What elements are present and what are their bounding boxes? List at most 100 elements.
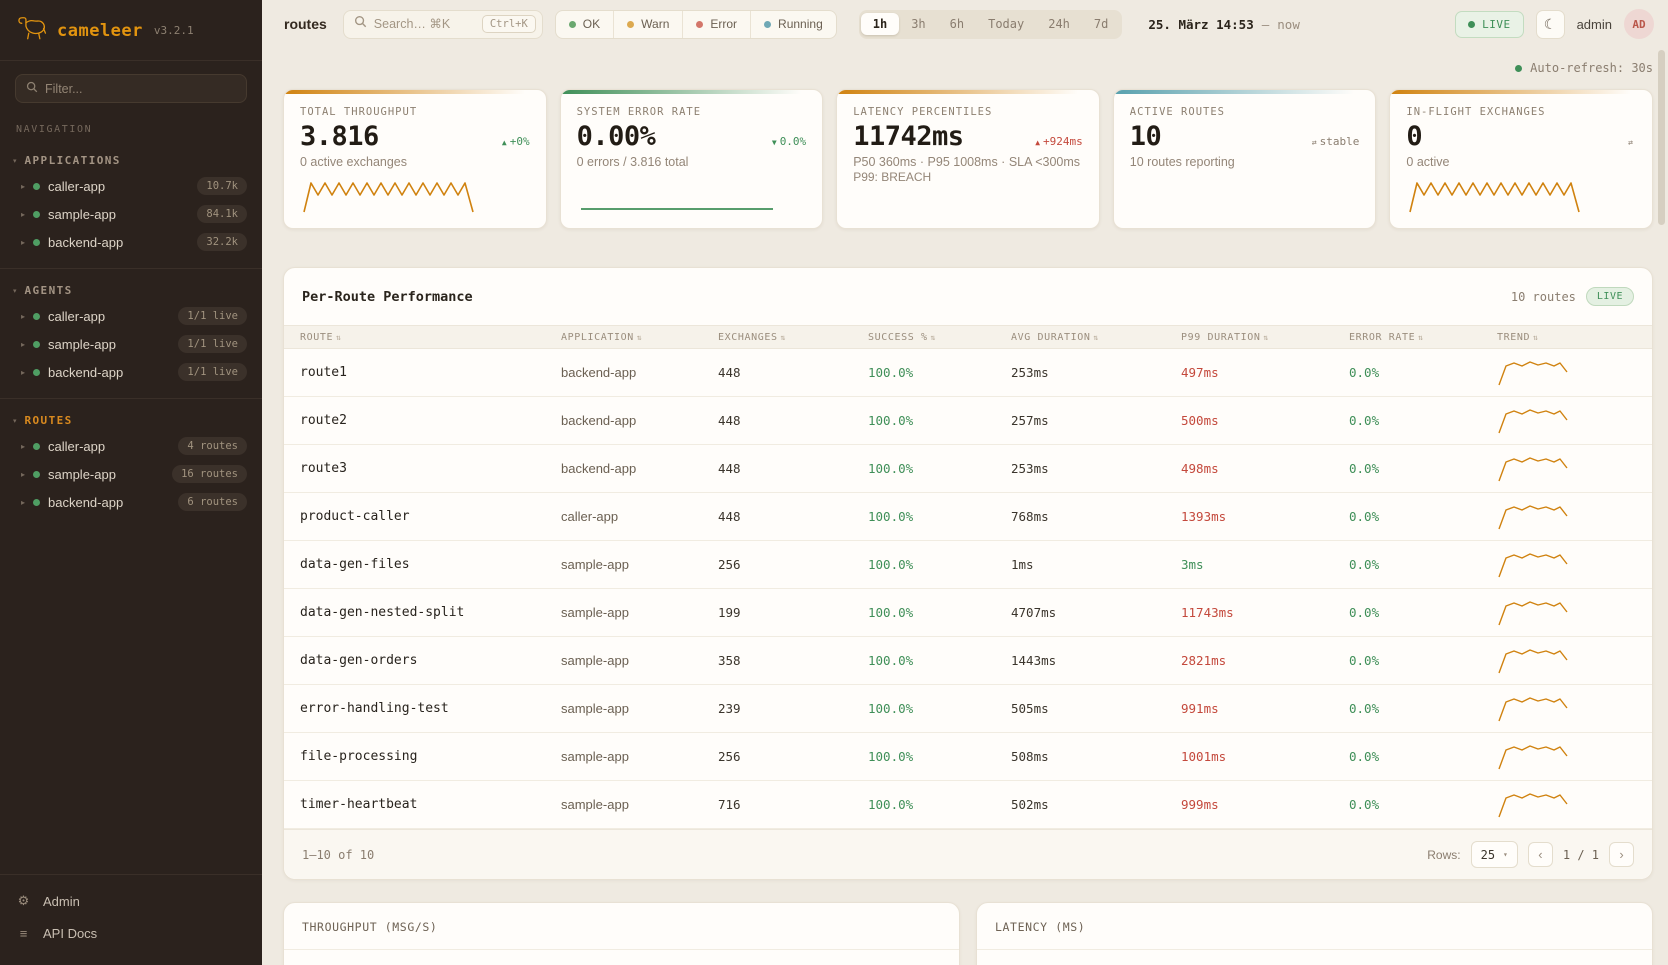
table-row-product-caller[interactable]: product-callercaller-app448100.0%768ms13… — [284, 493, 1652, 541]
time-range-1h[interactable]: 1h — [861, 13, 899, 35]
sidebar-item-backend-app[interactable]: ▸backend-app1/1 live — [0, 358, 262, 386]
kpi-value: 0.00% — [577, 121, 656, 152]
sidebar-item-label: backend-app — [48, 235, 123, 250]
rows-per-page-select[interactable]: 25 ▾ — [1471, 841, 1518, 868]
cell-route: route3 — [300, 461, 561, 476]
status-dot-icon — [696, 21, 703, 28]
global-search[interactable]: Ctrl+K — [343, 10, 543, 39]
time-range-today[interactable]: Today — [976, 13, 1036, 35]
time-range-6h[interactable]: 6h — [938, 13, 976, 35]
sidebar-item-badge: 10.7k — [197, 177, 247, 195]
time-range-3h[interactable]: 3h — [899, 13, 937, 35]
sidebar-footer-admin[interactable]: ⚙Admin — [16, 885, 246, 917]
prev-page-button[interactable]: ‹ — [1528, 842, 1553, 867]
sidebar-item-label: backend-app — [48, 365, 123, 380]
status-filter-error[interactable]: Error — [682, 11, 750, 38]
status-dot-icon — [627, 21, 634, 28]
column-header-error-rate[interactable]: ERROR RATE⇅ — [1349, 332, 1497, 343]
column-header-application[interactable]: APPLICATION⇅ — [561, 332, 718, 343]
time-range-24h[interactable]: 24h — [1036, 13, 1082, 35]
sidebar-item-caller-app[interactable]: ▸caller-app1/1 live — [0, 302, 262, 330]
time-range-7d[interactable]: 7d — [1082, 13, 1120, 35]
column-header-label: APPLICATION — [561, 332, 634, 343]
column-header-p99-duration[interactable]: P99 DURATION⇅ — [1181, 332, 1349, 343]
column-header-avg-duration[interactable]: AVG DURATION⇅ — [1011, 332, 1181, 343]
sidebar-item-label: caller-app — [48, 179, 105, 194]
cell-success: 100.0% — [868, 557, 1011, 572]
status-filter-running[interactable]: Running — [750, 11, 836, 38]
sidebar-section-label: ROUTES — [25, 414, 73, 427]
sidebar-item-caller-app[interactable]: ▸caller-app10.7k — [0, 172, 262, 200]
kpi-card-active-routes: ACTIVE ROUTES10⇄stable10 routes reportin… — [1113, 89, 1377, 229]
sidebar-filter-input[interactable] — [45, 82, 236, 96]
scrollbar[interactable] — [1658, 50, 1665, 957]
status-filter-label: OK — [583, 17, 600, 31]
date-range[interactable]: 25. März 14:53 — now — [1134, 17, 1313, 32]
table-row-route1[interactable]: route1backend-app448100.0%253ms497ms0.0% — [284, 349, 1652, 397]
status-filter-ok[interactable]: OK — [556, 11, 613, 38]
topbar: routes Ctrl+K OKWarnErrorRunning 1h3h6hT… — [262, 0, 1668, 48]
latency-panel: LATENCY (MS) — [976, 902, 1653, 965]
per-route-panel-header: Per-Route Performance 10 routes LIVE — [284, 268, 1652, 325]
column-header-trend[interactable]: TREND⇅ — [1497, 332, 1652, 343]
cell-avg-duration: 1ms — [1011, 557, 1181, 572]
column-header-label: TREND — [1497, 332, 1530, 343]
next-page-button[interactable]: › — [1609, 842, 1634, 867]
sidebar-item-backend-app[interactable]: ▸backend-app32.2k — [0, 228, 262, 256]
kpi-delta: ▼0.0% — [772, 135, 806, 148]
date-range-separator: — — [1262, 17, 1270, 32]
kpi-value: 0 — [1406, 121, 1422, 152]
table-row-error-handling-test[interactable]: error-handling-testsample-app239100.0%50… — [284, 685, 1652, 733]
throughput-panel-title: THROUGHPUT (MSG/S) — [302, 920, 437, 934]
status-dot-icon — [33, 313, 40, 320]
table-row-data-gen-nested-split[interactable]: data-gen-nested-splitsample-app199100.0%… — [284, 589, 1652, 637]
sidebar-footer-api-docs[interactable]: ≡API Docs — [16, 917, 246, 949]
theme-toggle-button[interactable]: ☾ — [1536, 10, 1565, 39]
sidebar-item-badge: 32.2k — [197, 233, 247, 251]
chevron-down-icon: ▾ — [1503, 850, 1508, 859]
table-row-route3[interactable]: route3backend-app448100.0%253ms498ms0.0% — [284, 445, 1652, 493]
cell-p99-duration: 3ms — [1181, 557, 1349, 572]
sidebar-item-sample-app[interactable]: ▸sample-app1/1 live — [0, 330, 262, 358]
column-header-label: P99 DURATION — [1181, 332, 1260, 343]
column-header-success-[interactable]: SUCCESS %⇅ — [868, 332, 1011, 343]
cell-exchanges: 716 — [718, 797, 868, 812]
table-row-data-gen-files[interactable]: data-gen-filessample-app256100.0%1ms3ms0… — [284, 541, 1652, 589]
kpi-accent-bar — [1114, 90, 1376, 94]
sidebar-item-label: caller-app — [48, 439, 105, 454]
column-header-exchanges[interactable]: EXCHANGES⇅ — [718, 332, 868, 343]
sidebar-filter[interactable] — [15, 74, 247, 103]
sidebar-section-header-agents[interactable]: ▾AGENTS — [0, 279, 262, 302]
stable-icon: ⇄ — [1628, 138, 1633, 147]
kpi-subtitle: 0 errors / 3.816 total — [577, 155, 807, 169]
scrollbar-thumb[interactable] — [1658, 50, 1665, 225]
sidebar-item-backend-app[interactable]: ▸backend-app6 routes — [0, 488, 262, 516]
column-header-route[interactable]: ROUTE⇅ — [300, 332, 561, 343]
kpi-delta-text: 0.0% — [780, 135, 807, 148]
live-toggle-button[interactable]: LIVE — [1455, 11, 1524, 38]
sidebar-item-sample-app[interactable]: ▸sample-app16 routes — [0, 460, 262, 488]
status-dot-icon — [33, 183, 40, 190]
main-area: routes Ctrl+K OKWarnErrorRunning 1h3h6hT… — [262, 0, 1668, 965]
pagination-controls: Rows: 25 ▾ ‹ 1 / 1 › — [1427, 841, 1634, 868]
cell-exchanges: 358 — [718, 653, 868, 668]
sidebar-item-label: sample-app — [48, 337, 116, 352]
table-row-route2[interactable]: route2backend-app448100.0%257ms500ms0.0% — [284, 397, 1652, 445]
avatar[interactable]: AD — [1624, 9, 1654, 39]
table-row-timer-heartbeat[interactable]: timer-heartbeatsample-app716100.0%502ms9… — [284, 781, 1652, 829]
table-header-row: ROUTE⇅APPLICATION⇅EXCHANGES⇅SUCCESS %⇅AV… — [284, 325, 1652, 349]
cell-application: sample-app — [561, 797, 718, 812]
status-filter-warn[interactable]: Warn — [613, 11, 682, 38]
content: Auto-refresh: 30s TOTAL THROUGHPUT3.816▲… — [262, 61, 1668, 965]
table-row-file-processing[interactable]: file-processingsample-app256100.0%508ms1… — [284, 733, 1652, 781]
pagination-range: 1–10 of 10 — [302, 848, 374, 862]
global-search-input[interactable] — [374, 17, 475, 31]
page-indicator: 1 / 1 — [1563, 848, 1599, 862]
caret-icon: ▾ — [13, 157, 17, 165]
sidebar-section-label: APPLICATIONS — [25, 154, 121, 167]
sidebar-item-sample-app[interactable]: ▸sample-app84.1k — [0, 200, 262, 228]
table-row-data-gen-orders[interactable]: data-gen-orderssample-app358100.0%1443ms… — [284, 637, 1652, 685]
sidebar-section-header-routes[interactable]: ▾ROUTES — [0, 409, 262, 432]
sidebar-item-caller-app[interactable]: ▸caller-app4 routes — [0, 432, 262, 460]
sidebar-section-header-applications[interactable]: ▾ APPLICATIONS — [0, 149, 262, 172]
